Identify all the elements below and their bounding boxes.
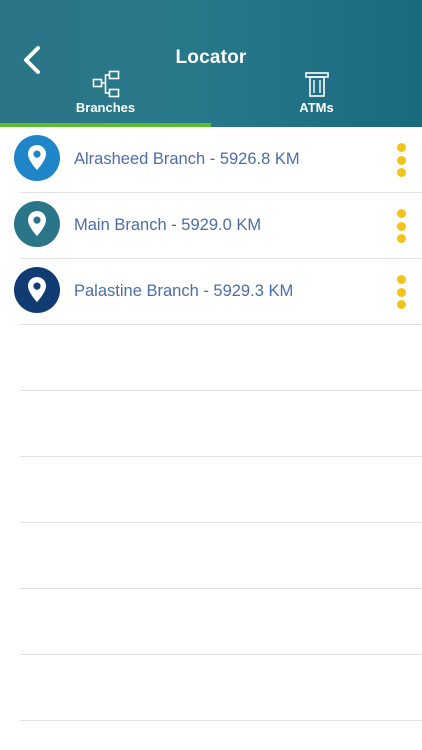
atm-machine-icon <box>303 70 331 98</box>
empty-list-row <box>20 391 422 457</box>
app-header: Locator Branches ATMs <box>0 0 422 127</box>
empty-list-row <box>20 655 422 721</box>
location-pin-icon <box>14 135 60 181</box>
more-dot-icon <box>396 168 406 177</box>
more-options-button[interactable] <box>390 273 412 311</box>
branch-name: Alrasheed Branch - 5926.8 KM <box>74 150 300 168</box>
more-dot-icon <box>396 234 406 243</box>
more-dot-icon <box>396 300 406 309</box>
more-dot-icon <box>396 143 406 152</box>
tab-atms[interactable]: ATMs <box>211 70 422 123</box>
list-item[interactable]: Palastine Branch - 5929.3 KM <box>14 259 422 325</box>
more-options-button[interactable] <box>390 141 412 179</box>
list-item[interactable]: Main Branch - 5929.0 KM <box>14 193 422 259</box>
tab-atms-label: ATMs <box>299 100 334 115</box>
tab-branches[interactable]: Branches <box>0 70 211 123</box>
branch-name: Main Branch - 5929.0 KM <box>74 216 262 234</box>
location-pin-icon <box>14 201 60 247</box>
list-item[interactable]: Alrasheed Branch - 5926.8 KM <box>14 127 422 193</box>
more-dot-icon <box>396 221 406 231</box>
tab-branches-label: Branches <box>75 100 136 115</box>
locator-screen: Locator Branches ATMs Alrasheed Branch -… <box>0 0 422 750</box>
more-dot-icon <box>396 155 406 165</box>
more-dot-icon <box>396 209 406 218</box>
location-pin-icon <box>14 267 60 313</box>
more-dot-icon <box>396 275 406 284</box>
page-title: Locator <box>175 47 247 68</box>
empty-list-row <box>20 523 422 589</box>
branch-list: Alrasheed Branch - 5926.8 KM Main Branch… <box>0 127 422 721</box>
more-dot-icon <box>396 287 406 297</box>
branches-network-icon <box>92 70 120 98</box>
empty-list-row <box>20 457 422 523</box>
empty-list-row <box>20 325 422 391</box>
more-options-button[interactable] <box>390 207 412 245</box>
branch-name: Palastine Branch - 5929.3 KM <box>74 282 294 300</box>
empty-list-row <box>20 589 422 655</box>
